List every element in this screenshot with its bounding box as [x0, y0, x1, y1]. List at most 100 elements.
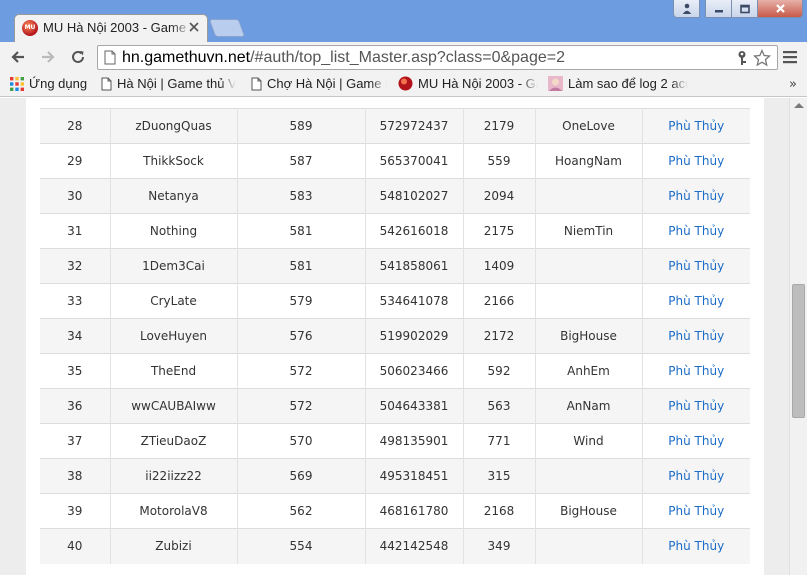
rank-cell: 32: [40, 248, 111, 284]
scroll-up-arrow-icon[interactable]: [794, 103, 804, 108]
address-bar[interactable]: hn.gamethuvn.net/#auth/top_list_Master.a…: [97, 45, 778, 70]
close-icon: [775, 4, 785, 13]
class-link[interactable]: Phù Thủy: [642, 178, 750, 214]
master-ranking-table: 28 zDuongQuas 589 572972437 2179 OneLove Phù T…: [40, 108, 750, 564]
class-link[interactable]: Phù Thủy: [642, 108, 750, 144]
level-cell: 572: [237, 353, 366, 389]
level-cell: 562: [237, 493, 366, 529]
bookmark-hanoi[interactable]: Hà Nội | Game thủ Việt: [101, 76, 236, 93]
experience-cell: 468161780: [365, 493, 464, 529]
reset-count-cell: 2175: [463, 213, 536, 249]
guild-cell: OneLove: [535, 108, 643, 144]
guild-cell: BigHouse: [535, 493, 643, 529]
character-name-cell: ii22iizz22: [110, 458, 238, 494]
character-name-cell: Netanya: [110, 178, 238, 214]
class-link[interactable]: Phù Thủy: [642, 353, 750, 389]
experience-cell: 572972437: [365, 108, 464, 144]
mu-favicon-icon: [398, 76, 413, 91]
reload-icon[interactable]: [70, 49, 86, 65]
forward-arrow-icon[interactable]: [40, 49, 56, 65]
bookmarks-overflow-button[interactable]: »: [789, 77, 797, 92]
class-link[interactable]: Phù Thủy: [642, 143, 750, 179]
class-link[interactable]: Phù Thủy: [642, 388, 750, 424]
rank-cell: 35: [40, 353, 111, 389]
maximize-icon: [739, 4, 750, 13]
back-arrow-icon[interactable]: [10, 49, 26, 65]
experience-cell: 542616018: [365, 213, 464, 249]
hamburger-menu-icon[interactable]: [783, 50, 797, 64]
reset-count-cell: 592: [463, 353, 536, 389]
class-link[interactable]: Phù Thủy: [642, 213, 750, 249]
key-icon[interactable]: [735, 50, 749, 66]
class-link[interactable]: Phù Thủy: [642, 248, 750, 284]
bookmark-mu-hanoi[interactable]: MU Hà Nội 2003 - Game thủ Việt: [398, 76, 538, 93]
url-host: hn.gamethuvn.net: [122, 49, 251, 66]
user-profile-button[interactable]: [673, 0, 700, 18]
class-link[interactable]: Phù Thủy: [642, 283, 750, 319]
guild-cell: NiemTin: [535, 213, 643, 249]
reset-count-cell: 2094: [463, 178, 536, 214]
url-path: /#auth/top_list_Master.asp?class=0&page=…: [250, 49, 565, 66]
minimize-icon: [714, 9, 723, 12]
reset-count-cell: 1409: [463, 248, 536, 284]
reset-count-cell: 2168: [463, 493, 536, 529]
reset-count-cell: 315: [463, 458, 536, 494]
guild-cell: [535, 178, 643, 214]
bookmark-apps[interactable]: Ứng dụng: [10, 76, 96, 93]
new-tab-button[interactable]: [208, 19, 246, 37]
scrollbar-thumb[interactable]: [792, 284, 805, 418]
page-viewport: 28 zDuongQuas 589 572972437 2179 OneLove Phù T…: [0, 98, 789, 575]
reset-count-cell: 2166: [463, 283, 536, 319]
level-cell: 569: [237, 458, 366, 494]
rank-cell: 40: [40, 528, 111, 564]
class-link[interactable]: Phù Thủy: [642, 318, 750, 354]
character-name-cell: CryLate: [110, 283, 238, 319]
browser-tab[interactable]: MU MU Hà Nội 2003 - Game thủ Việt: [14, 14, 208, 42]
window-controls: [673, 0, 803, 18]
star-icon[interactable]: [753, 49, 771, 67]
table-row: 28 zDuongQuas 589 572972437 2179 OneLove Phù T…: [40, 108, 750, 144]
bookmark-label: Làm sao để log 2 account: [568, 76, 688, 91]
character-name-cell: wwCAUBAIww: [110, 388, 238, 424]
guild-cell: [535, 528, 643, 564]
class-link[interactable]: Phù Thủy: [642, 528, 750, 564]
level-cell: 581: [237, 248, 366, 284]
experience-cell: 442142548: [365, 528, 464, 564]
rank-cell: 31: [40, 213, 111, 249]
guild-cell: BigHouse: [535, 318, 643, 354]
bookmark-cho-hanoi[interactable]: Chợ Hà Nội | Game thủ Việt: [251, 76, 387, 93]
table-row: 32 1Dem3Cai 581 541858061 1409 Phù Thủy: [40, 248, 750, 284]
minimize-button[interactable]: [705, 0, 732, 18]
bookmark-log-2-account[interactable]: Làm sao để log 2 account: [548, 76, 688, 93]
rank-cell: 28: [40, 108, 111, 144]
rank-cell: 38: [40, 458, 111, 494]
class-link[interactable]: Phù Thủy: [642, 423, 750, 459]
class-link[interactable]: Phù Thủy: [642, 458, 750, 494]
vertical-scrollbar[interactable]: [789, 98, 807, 575]
level-cell: 572: [237, 388, 366, 424]
guild-cell: [535, 248, 643, 284]
guild-cell: AnhEm: [535, 353, 643, 389]
page-icon: [104, 50, 116, 65]
character-name-cell: Nothing: [110, 213, 238, 249]
rank-cell: 33: [40, 283, 111, 319]
close-window-button[interactable]: [757, 0, 803, 18]
experience-cell: 506023466: [365, 353, 464, 389]
table-row: 36 wwCAUBAIww 572 504643381 563 AnNam Phù Thủy: [40, 388, 750, 424]
class-link[interactable]: Phù Thủy: [642, 493, 750, 529]
character-name-cell: LoveHuyen: [110, 318, 238, 354]
maximize-button[interactable]: [731, 0, 758, 18]
experience-cell: 495318451: [365, 458, 464, 494]
table-row: 33 CryLate 579 534641078 2166 Phù Thủy: [40, 283, 750, 319]
experience-cell: 498135901: [365, 423, 464, 459]
bookmarks-bar: Ứng dụng Hà Nội | Game thủ Việt Chợ Hà N…: [0, 72, 807, 97]
table-row: 31 Nothing 581 542616018 2175 NiemTin Phù Thủy: [40, 213, 750, 249]
table-row: 30 Netanya 583 548102027 2094 Phù Thủy: [40, 178, 750, 214]
character-name-cell: zDuongQuas: [110, 108, 238, 144]
table-row: 38 ii22iizz22 569 495318451 315 Phù Thủy: [40, 458, 750, 494]
character-name-cell: MotorolaV8: [110, 493, 238, 529]
page-icon: [101, 77, 112, 91]
apps-grid-icon: [10, 77, 24, 91]
window-titlebar: MU MU Hà Nội 2003 - Game thủ Việt: [0, 0, 807, 42]
close-tab-icon[interactable]: [187, 20, 201, 34]
